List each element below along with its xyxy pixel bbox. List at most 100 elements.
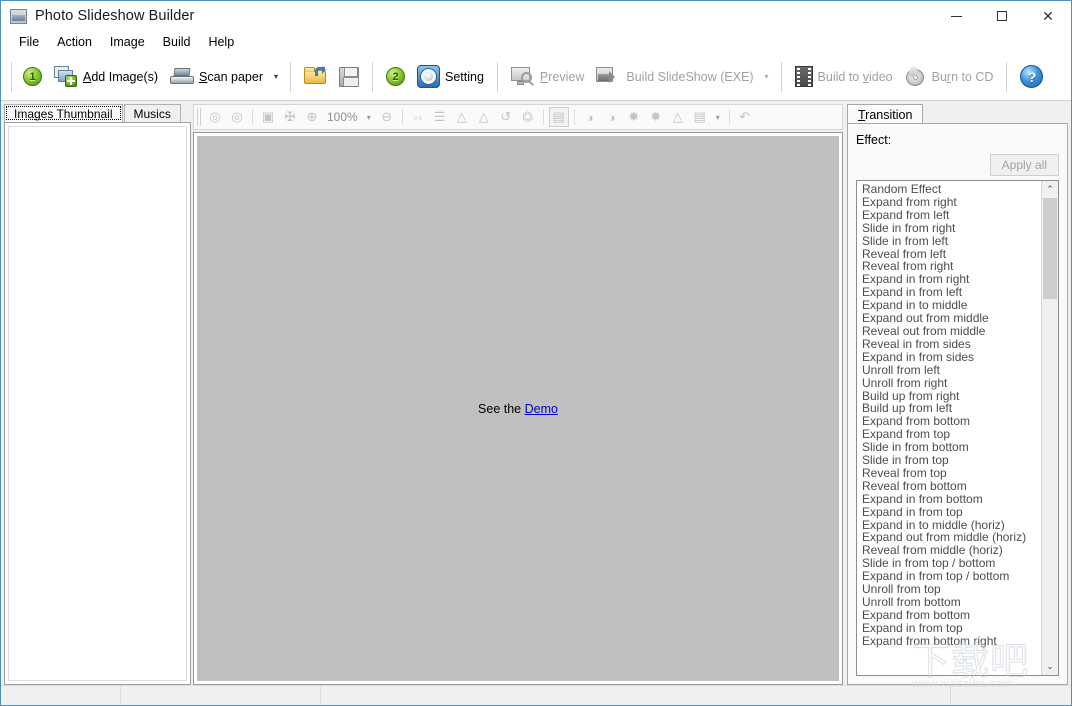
effect-label: Effect: — [856, 133, 892, 147]
zoom-level-value[interactable]: 100% — [323, 110, 362, 124]
minimize-button[interactable] — [933, 1, 979, 32]
contrast-down-icon[interactable]: ◑ — [601, 106, 623, 128]
zoom-in-icon[interactable]: ⊕ — [301, 106, 323, 128]
rotate-right-icon[interactable]: △ — [473, 106, 495, 128]
flip-vertical-icon[interactable]: ☰ — [429, 106, 451, 128]
scroll-up-icon[interactable]: ⌃ — [1042, 181, 1058, 198]
rotate-free-icon[interactable]: ↺ — [495, 106, 517, 128]
zoom-dropdown-arrow[interactable]: ▾ — [362, 106, 376, 128]
demo-link[interactable]: Demo — [525, 402, 558, 416]
actual-size-icon[interactable]: ✠ — [279, 106, 301, 128]
status-cell-3 — [321, 686, 951, 705]
scroll-down-icon[interactable]: ⌄ — [1042, 658, 1058, 675]
burn-to-cd-button[interactable]: Burn to CD — [899, 58, 1000, 96]
scrollbar-track[interactable] — [1042, 198, 1058, 658]
thumbnail-list-empty-area[interactable] — [8, 126, 187, 681]
color-adjust-icon[interactable]: ▤ — [689, 106, 711, 128]
effects-scrollbar[interactable]: ⌃ ⌄ — [1041, 181, 1058, 675]
effect-list-item[interactable]: Unroll from left — [860, 363, 1041, 377]
main-toolbar: 1 Add Image(s) Scan paper ▾ 2 Setting Pr… — [1, 53, 1071, 101]
effect-list-item[interactable]: Random Effect — [860, 183, 1041, 196]
effect-list-item[interactable]: Expand from bottom right — [860, 634, 1041, 648]
resize-icon[interactable]: ▤ — [548, 106, 570, 128]
window-title: Photo Slideshow Builder — [35, 8, 195, 24]
apply-all-button[interactable]: Apply all — [989, 154, 1059, 176]
fit-to-window-icon[interactable]: ▣ — [257, 106, 279, 128]
open-project-button[interactable] — [298, 58, 333, 96]
effect-list-item[interactable]: Expand in from bottom — [860, 492, 1041, 506]
sharpen-icon[interactable]: △ — [667, 106, 689, 128]
scan-paper-dropdown-arrow[interactable]: ▾ — [269, 58, 283, 96]
tab-transition[interactable]: Transition — [847, 104, 924, 124]
help-button[interactable]: ? — [1014, 58, 1049, 96]
toolbar-grip — [11, 61, 12, 92]
image-canvas[interactable]: See the Demo — [196, 135, 840, 682]
effect-list-item[interactable]: Slide in from left — [860, 234, 1041, 248]
effect-list-item[interactable]: Expand from right — [860, 196, 1041, 209]
build-to-video-button[interactable]: Build to video — [789, 58, 899, 96]
undo-icon[interactable]: ↶ — [734, 106, 756, 128]
rotate-left-icon[interactable]: △ — [451, 106, 473, 128]
image-edit-toolbar: ◎ ◎ ▣ ✠ ⊕ 100% ▾ ⊖ ◦◦ ☰ △ △ ↺ ⏣ ▤ ◑ ◑ ✸ … — [193, 104, 843, 130]
image-canvas-container: See the Demo — [193, 132, 843, 685]
transition-tab-strip: Transition — [847, 104, 1068, 124]
menu-file[interactable]: File — [10, 33, 48, 51]
menu-image[interactable]: Image — [101, 33, 154, 51]
effect-list-item[interactable]: Expand in from top — [860, 621, 1041, 635]
zoom-out-icon[interactable]: ⊖ — [376, 106, 398, 128]
crop-icon[interactable]: ⏣ — [517, 106, 539, 128]
effect-list-item[interactable]: Expand in from sides — [860, 350, 1041, 364]
preview-label: Preview — [539, 69, 585, 84]
effect-list-item[interactable]: Slide in from right — [860, 221, 1041, 235]
image-toolbar-separator-4 — [573, 109, 575, 125]
image-toolbar-separator-1 — [252, 109, 253, 125]
last-image-icon[interactable]: ◎ — [226, 106, 248, 128]
scan-paper-button[interactable]: Scan paper — [164, 58, 269, 96]
flip-horizontal-icon[interactable]: ◦◦ — [407, 106, 429, 128]
transition-pane: Effect: Apply all Random Effect Expand fr… — [847, 123, 1068, 685]
save-project-button[interactable] — [333, 58, 365, 96]
effect-list-item[interactable]: Expand in from top — [860, 505, 1041, 519]
brightness-down-icon[interactable]: ✸ — [645, 106, 667, 128]
step-2-badge: 2 — [380, 58, 411, 96]
setting-button[interactable]: Setting — [411, 58, 490, 96]
effect-list-item[interactable]: Unroll from right — [860, 376, 1041, 390]
effect-list-item[interactable]: Reveal out from middle — [860, 325, 1041, 338]
effects-listbox[interactable]: Random Effect Expand from right Expand fro… — [856, 180, 1059, 676]
app-photo-icon — [10, 8, 27, 24]
close-button[interactable]: ✕ — [1025, 1, 1071, 32]
effect-list-item[interactable]: Expand from bottom — [860, 609, 1041, 622]
brightness-up-icon[interactable]: ✸ — [623, 106, 645, 128]
effect-list-item[interactable]: Slide in from top — [860, 454, 1041, 467]
title-bar: Photo Slideshow Builder ✕ — [1, 1, 1071, 32]
image-toolbar-grip[interactable] — [197, 108, 201, 126]
effect-list-item[interactable]: Reveal from bottom — [860, 479, 1041, 493]
preview-button[interactable]: Preview — [505, 58, 590, 96]
add-images-label: Add Image(s) — [83, 69, 159, 84]
effect-list-item[interactable]: Reveal from top — [860, 467, 1041, 480]
number-one-icon: 1 — [23, 67, 42, 86]
build-slideshow-icon — [596, 67, 621, 86]
effect-list-item[interactable]: Reveal in from sides — [860, 337, 1041, 351]
scrollbar-thumb[interactable] — [1043, 198, 1057, 300]
image-toolbar-separator-3 — [542, 109, 544, 125]
maximize-button[interactable] — [979, 1, 1025, 32]
add-images-button[interactable]: Add Image(s) — [48, 58, 164, 96]
tab-musics[interactable]: Musics — [123, 104, 181, 122]
effect-list-item[interactable]: Unroll from bottom — [860, 596, 1041, 609]
effect-list-item[interactable]: Expand from left — [860, 208, 1041, 222]
menu-help[interactable]: Help — [199, 33, 243, 51]
build-slideshow-dropdown-arrow[interactable]: ▾ — [760, 58, 774, 96]
build-slideshow-label: Build SlideShow (EXE) — [626, 69, 754, 84]
build-slideshow-button[interactable]: Build SlideShow (EXE) — [590, 58, 759, 96]
menu-build[interactable]: Build — [154, 33, 200, 51]
status-cell-4 — [951, 686, 1071, 705]
tab-images-thumbnail[interactable]: Images Thumbnail — [4, 104, 123, 122]
color-adjust-dropdown-arrow[interactable]: ▾ — [711, 106, 725, 128]
help-question-icon: ? — [1020, 65, 1044, 88]
contrast-up-icon[interactable]: ◑ — [579, 106, 601, 128]
gear-icon — [417, 65, 440, 88]
thumbnail-list-panel[interactable] — [4, 122, 191, 685]
menu-action[interactable]: Action — [48, 33, 101, 51]
first-image-icon[interactable]: ◎ — [204, 106, 226, 128]
